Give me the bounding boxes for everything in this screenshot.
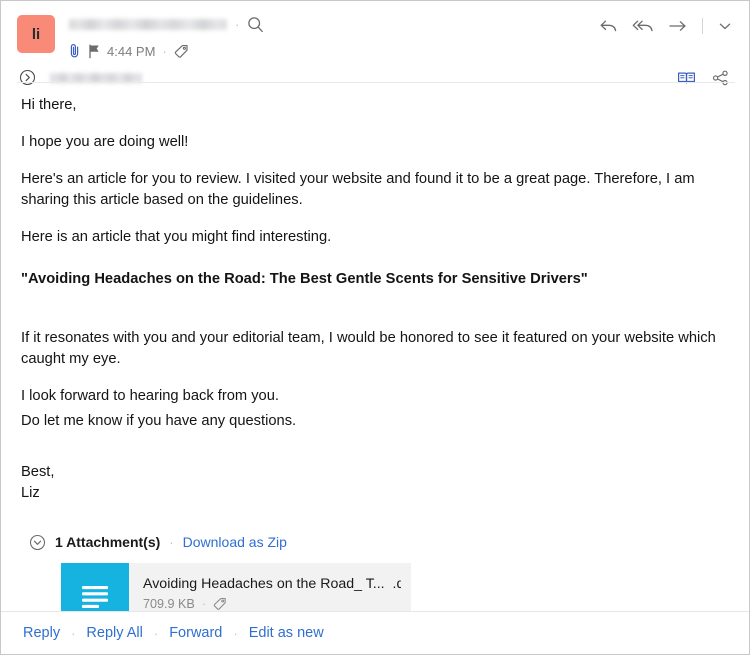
attachments-separator: ·: [169, 534, 174, 550]
body-article-headline: "Avoiding Headaches on the Road: The Bes…: [21, 271, 588, 288]
body-paragraph-4: If it resonates with you and your editor…: [21, 330, 716, 368]
body-paragraph-2: Here's an article for you to review. I v…: [21, 170, 695, 208]
footer-separator-2: ·: [153, 625, 159, 641]
attachment-subrow: 709.9 KB ·: [143, 597, 401, 611]
forward-button[interactable]: Forward: [169, 625, 222, 641]
body-paragraph-1: I hope you are doing well!: [21, 133, 189, 150]
reply-all-arrow-icon[interactable]: [632, 18, 654, 34]
flag-icon[interactable]: [88, 44, 100, 59]
share-icon[interactable]: [712, 70, 729, 86]
header-details: · 4:44 PM ·: [69, 13, 599, 61]
meta-separator: ·: [162, 43, 167, 59]
body-signature-name: Liz: [21, 484, 40, 501]
footer-separator-3: ·: [233, 625, 238, 641]
avatar: li: [17, 15, 55, 53]
search-icon[interactable]: [247, 16, 264, 33]
body-greeting: Hi there,: [21, 97, 77, 113]
attachment-count-label: 1 Attachment(s): [55, 534, 161, 550]
email-header: li · 4:44 PM ·: [1, 1, 749, 86]
chevron-down-circle-icon[interactable]: [29, 534, 46, 551]
email-body: Hi there, I hope you are doing well! Her…: [1, 83, 749, 504]
attachment-filename-row: Avoiding Headaches on the Road_ T... .do…: [143, 576, 401, 592]
header-action-icons: [599, 18, 733, 34]
message-timestamp: 4:44 PM: [107, 43, 156, 59]
reply-button[interactable]: Reply: [23, 625, 60, 641]
download-as-zip-link[interactable]: Download as Zip: [183, 534, 287, 550]
header-top-row: li · 4:44 PM ·: [17, 13, 733, 61]
email-reading-pane: li · 4:44 PM · Hi there, I hope you are …: [0, 0, 750, 655]
reply-all-button[interactable]: Reply All: [86, 625, 142, 641]
attachments-header: 1 Attachment(s) · Download as Zip: [29, 534, 729, 551]
subject-row: [19, 69, 733, 86]
sender-address-redacted: [69, 18, 227, 30]
sender-separator: ·: [235, 16, 240, 32]
sender-line: ·: [69, 13, 599, 35]
body-signoff: Best,: [21, 463, 55, 480]
paperclip-icon[interactable]: [69, 43, 81, 59]
forward-arrow-icon[interactable]: [668, 18, 688, 34]
tag-icon[interactable]: [213, 597, 227, 611]
footer-separator-1: ·: [71, 625, 76, 641]
tag-icon[interactable]: [174, 44, 189, 59]
attachment-extension: .docx: [392, 575, 401, 592]
subject-left-group: [19, 69, 665, 86]
body-paragraph-5b: Do let me know if you have any questions…: [21, 412, 297, 429]
body-paragraph-3: Here is an article that you might find i…: [21, 228, 332, 245]
header-divider: [17, 82, 735, 83]
attachment-filename: Avoiding Headaches on the Road_ T...: [143, 575, 385, 592]
subject-right-group: [677, 70, 733, 86]
body-paragraph-5a: I look forward to hearing back from you.: [21, 388, 279, 404]
chevron-right-circle-icon[interactable]: [19, 69, 36, 86]
header-actions-divider: [702, 18, 703, 34]
open-book-icon[interactable]: [677, 70, 696, 86]
chevron-down-icon[interactable]: [717, 18, 733, 34]
email-action-footer: Reply · Reply All · Forward · Edit as ne…: [1, 611, 749, 654]
attachment-sub-separator: ·: [201, 596, 207, 611]
reply-arrow-icon[interactable]: [599, 18, 618, 34]
message-meta-line: 4:44 PM ·: [69, 41, 599, 61]
edit-as-new-button[interactable]: Edit as new: [249, 625, 324, 641]
recipient-redacted: [50, 72, 142, 83]
attachment-size: 709.9 KB: [143, 596, 195, 611]
